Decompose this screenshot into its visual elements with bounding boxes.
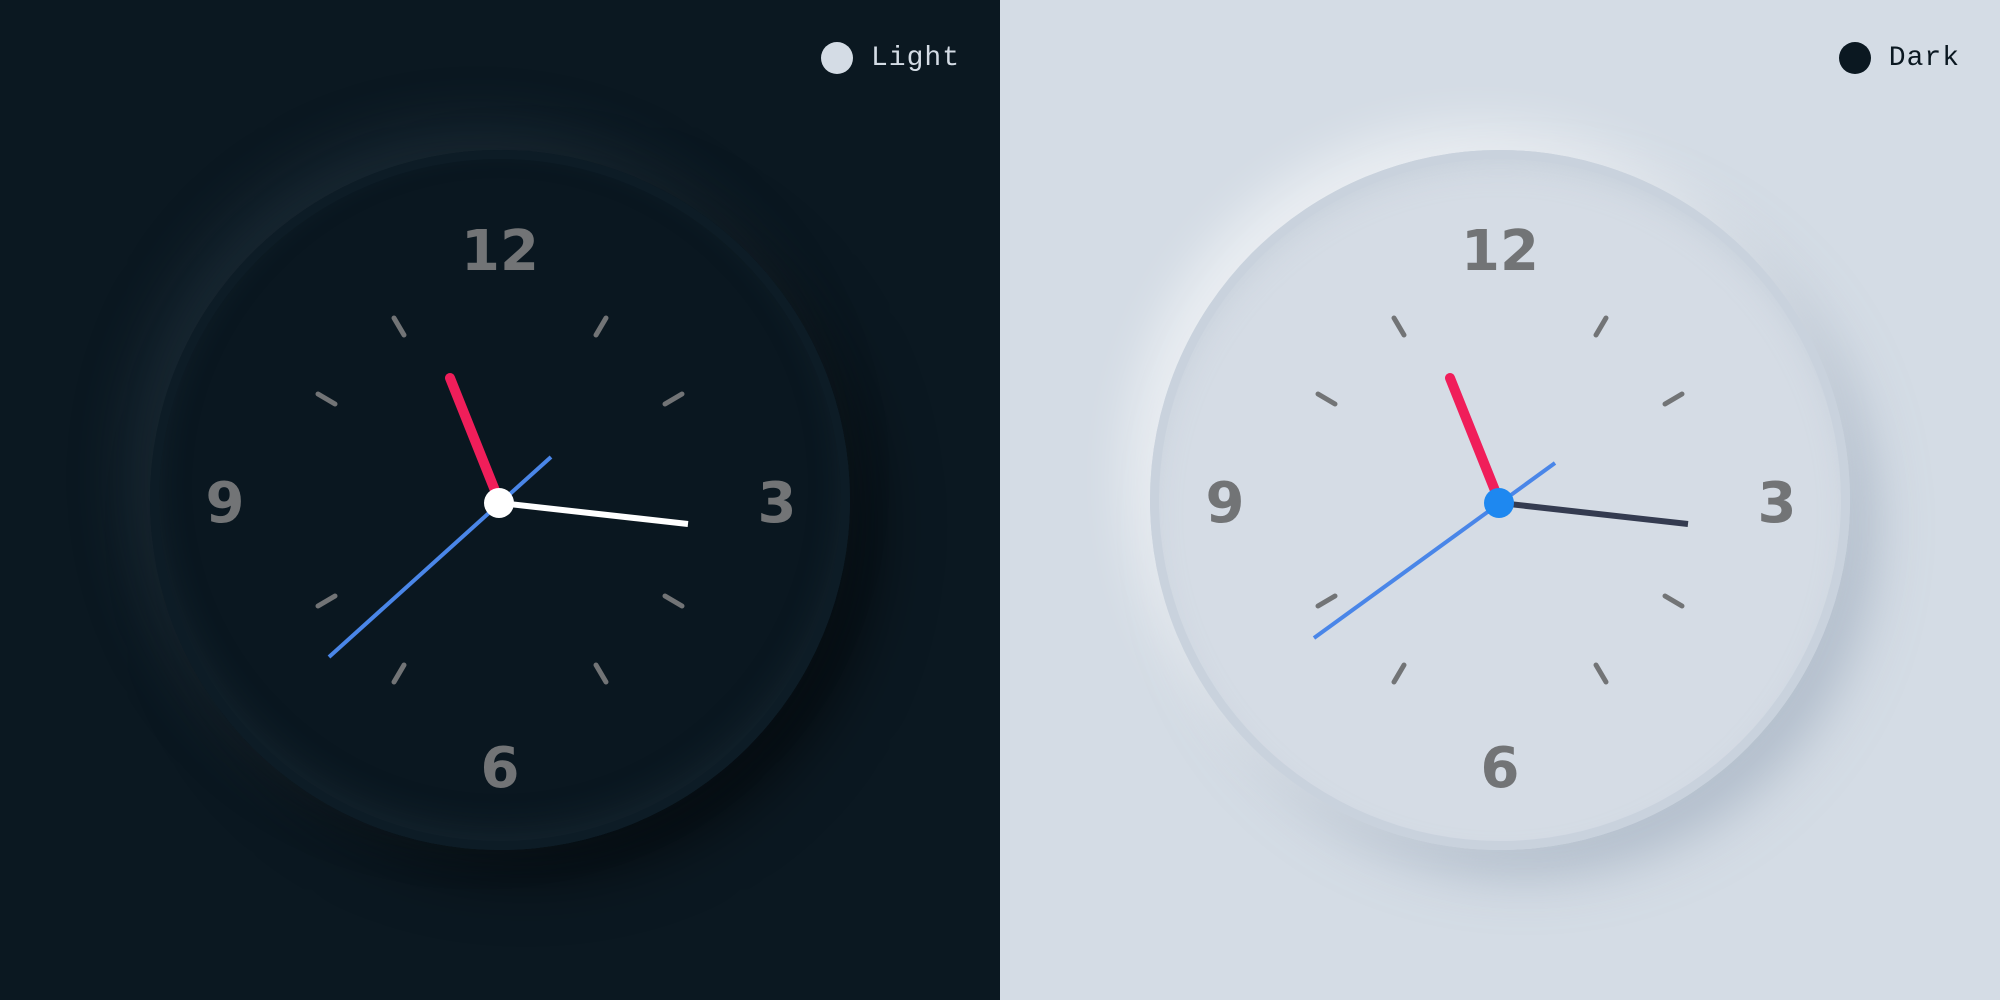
numeral-9: 9 — [206, 471, 245, 536]
light-mode-dot-icon — [820, 42, 853, 74]
theme-toggle-label: Dark — [1888, 42, 1960, 74]
center-cap — [1484, 488, 1514, 518]
numeral-6: 6 — [481, 736, 520, 801]
tick-1 — [593, 315, 609, 338]
tick-4 — [1662, 593, 1685, 609]
tick-10 — [315, 391, 338, 407]
hour-hand — [1445, 373, 1505, 508]
tick-8 — [315, 593, 338, 609]
dark-mode-dot-icon — [1838, 42, 1871, 74]
tick-7 — [391, 662, 407, 685]
tick-10 — [1315, 391, 1338, 407]
numeral-3: 3 — [758, 471, 797, 536]
clock-face: 12 3 6 9 — [1150, 150, 1850, 850]
minute-hand — [1312, 461, 1557, 640]
tick-8 — [1315, 593, 1338, 609]
light-clock-panel: Dark 12 3 6 9 — [1000, 0, 2000, 1000]
second-hand — [1499, 500, 1689, 527]
tick-5 — [593, 662, 609, 685]
hour-hand — [445, 373, 505, 508]
tick-11 — [1391, 315, 1407, 338]
numeral-12: 12 — [1461, 219, 1539, 284]
clock-face: 12 3 6 9 — [150, 150, 850, 850]
minute-hand — [327, 455, 553, 659]
theme-toggle-label: Light — [870, 42, 960, 74]
numeral-12: 12 — [461, 219, 539, 284]
tick-5 — [1593, 662, 1609, 685]
tick-7 — [1391, 662, 1407, 685]
tick-1 — [1593, 315, 1609, 338]
numeral-6: 6 — [1481, 736, 1520, 801]
theme-toggle-light[interactable]: Light — [820, 42, 960, 74]
tick-2 — [662, 391, 685, 407]
tick-2 — [1662, 391, 1685, 407]
center-cap — [484, 488, 514, 518]
numeral-3: 3 — [1758, 471, 1797, 536]
tick-4 — [662, 593, 685, 609]
theme-toggle-dark[interactable]: Dark — [1838, 42, 1960, 74]
second-hand — [499, 500, 689, 527]
tick-11 — [391, 315, 407, 338]
dark-clock-panel: Light 12 3 6 9 — [0, 0, 1000, 1000]
numeral-9: 9 — [1206, 471, 1245, 536]
